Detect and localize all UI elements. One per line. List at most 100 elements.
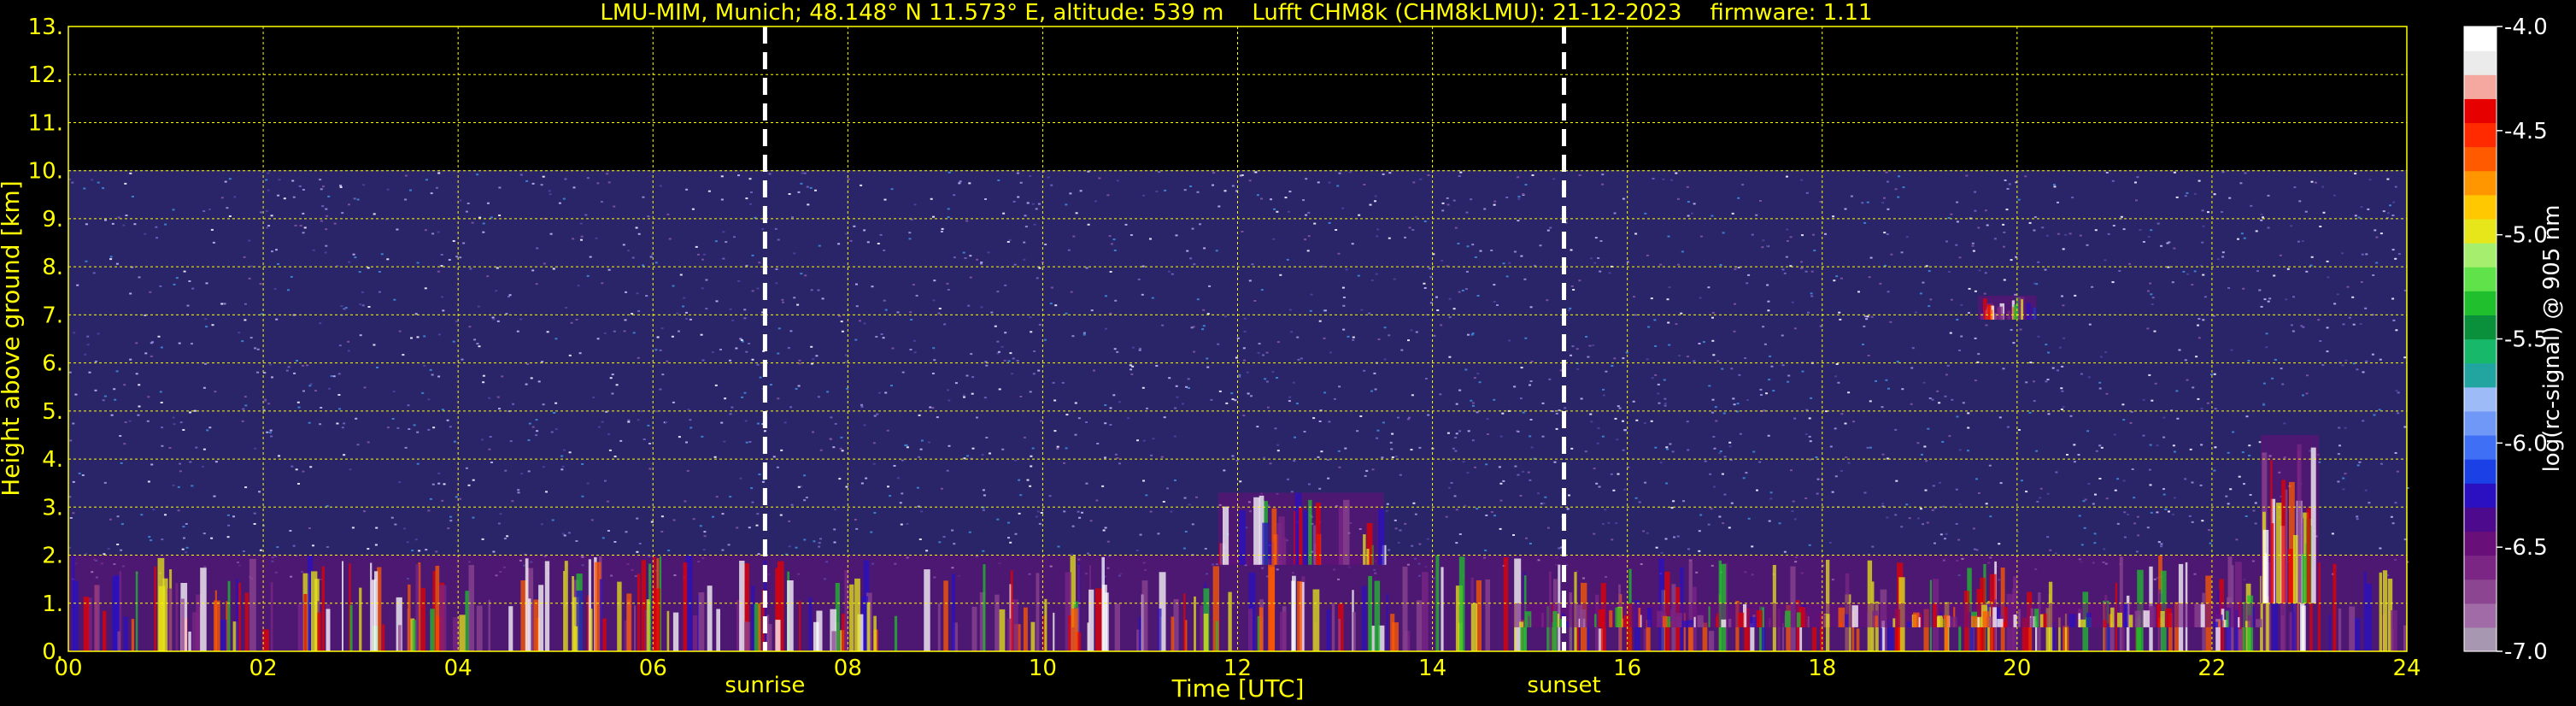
feature-streak — [775, 620, 781, 651]
noise-speck — [748, 178, 752, 180]
noise-speck — [1634, 232, 1638, 235]
noise-speck — [958, 182, 961, 185]
noise-speck — [2202, 274, 2205, 276]
noise-speck — [910, 319, 913, 321]
noise-speck — [685, 441, 688, 444]
noise-speck — [2326, 327, 2329, 329]
noise-speck — [936, 416, 939, 419]
noise-speck — [325, 244, 328, 247]
feature-streak — [1750, 623, 1755, 651]
noise-speck — [1114, 453, 1118, 456]
feature-streak — [1873, 613, 1875, 627]
noise-speck — [425, 549, 428, 551]
feature-streak — [1036, 573, 1040, 651]
noise-speck — [2354, 215, 2357, 217]
noise-speck — [2344, 427, 2347, 429]
noise-speck — [269, 429, 273, 432]
noise-speck — [1923, 445, 1927, 448]
noise-speck — [834, 422, 837, 425]
noise-speck — [865, 477, 868, 479]
noise-speck — [1305, 214, 1308, 216]
noise-speck — [2045, 380, 2048, 383]
feature-streak — [873, 615, 877, 651]
noise-speck — [940, 487, 943, 490]
feature-streak — [758, 603, 761, 651]
noise-speck — [2164, 508, 2168, 510]
noise-speck — [1113, 348, 1117, 350]
noise-speck — [472, 479, 475, 481]
noise-speck — [1955, 523, 1958, 525]
feature-streak — [1980, 313, 1985, 320]
noise-speck — [1458, 430, 1462, 432]
noise-speck — [2178, 349, 2181, 351]
chart-title: LMU-MIM, Munich; 48.148° N 11.573° E, al… — [600, 0, 1872, 26]
noise-speck — [1957, 538, 1961, 541]
noise-speck — [584, 214, 588, 216]
noise-speck — [1751, 233, 1754, 236]
noise-speck — [1759, 200, 1762, 202]
noise-speck — [1949, 332, 1952, 334]
noise-speck — [1317, 181, 1320, 184]
noise-speck — [2267, 194, 2270, 197]
noise-speck — [964, 257, 967, 259]
noise-speck — [188, 280, 191, 282]
noise-speck — [1191, 227, 1194, 230]
noise-speck — [437, 333, 441, 336]
noise-speck — [74, 393, 78, 396]
feature-streak — [866, 602, 871, 651]
feature-streak — [1937, 615, 1943, 627]
noise-speck — [759, 376, 762, 379]
noise-speck — [1269, 462, 1272, 465]
noise-speck — [1519, 495, 1523, 497]
noise-speck — [2172, 444, 2175, 447]
feature-streak — [311, 571, 318, 651]
noise-speck — [1985, 324, 1988, 327]
noise-speck — [86, 344, 90, 346]
noise-speck — [1868, 276, 1871, 279]
noise-speck — [1483, 208, 1487, 210]
noise-speck — [1887, 387, 1890, 390]
noise-speck — [548, 190, 551, 192]
noise-speck — [711, 351, 714, 354]
colorbar-swatch — [2464, 74, 2497, 99]
noise-speck — [2235, 538, 2239, 541]
noise-speck — [918, 456, 921, 458]
feature-streak — [1982, 611, 1990, 627]
feature-streak — [1867, 611, 1869, 627]
noise-speck — [2304, 210, 2308, 213]
noise-speck — [2154, 382, 2157, 385]
noise-speck — [1162, 501, 1165, 503]
feature-streak — [2379, 572, 2382, 651]
noise-speck — [325, 228, 328, 231]
noise-speck — [2114, 489, 2117, 491]
noise-speck — [1458, 533, 1462, 535]
noise-speck — [1014, 532, 1018, 535]
noise-speck — [2391, 522, 2395, 525]
noise-speck — [2248, 455, 2251, 456]
noise-speck — [1078, 516, 1082, 519]
noise-speck — [1093, 369, 1095, 372]
colorbar-swatch — [2464, 146, 2497, 172]
noise-speck — [1348, 171, 1352, 174]
noise-speck — [244, 404, 248, 407]
y-tick-label: 1. — [42, 591, 63, 617]
noise-speck — [2221, 251, 2225, 254]
noise-speck — [783, 421, 787, 424]
noise-speck — [654, 262, 658, 264]
noise-speck — [1530, 361, 1534, 362]
noise-speck — [2129, 421, 2133, 424]
noise-speck — [1410, 329, 1413, 332]
noise-speck — [455, 256, 459, 258]
noise-speck — [2392, 319, 2396, 321]
noise-speck — [469, 268, 472, 270]
noise-speck — [1708, 385, 1711, 387]
noise-speck — [971, 376, 975, 379]
noise-speck — [814, 189, 817, 191]
noise-speck — [1400, 349, 1404, 351]
noise-speck — [947, 208, 950, 210]
noise-speck — [482, 374, 485, 377]
noise-speck — [795, 546, 798, 549]
noise-speck — [177, 485, 180, 488]
noise-speck — [2206, 402, 2209, 404]
noise-speck — [1414, 513, 1417, 515]
